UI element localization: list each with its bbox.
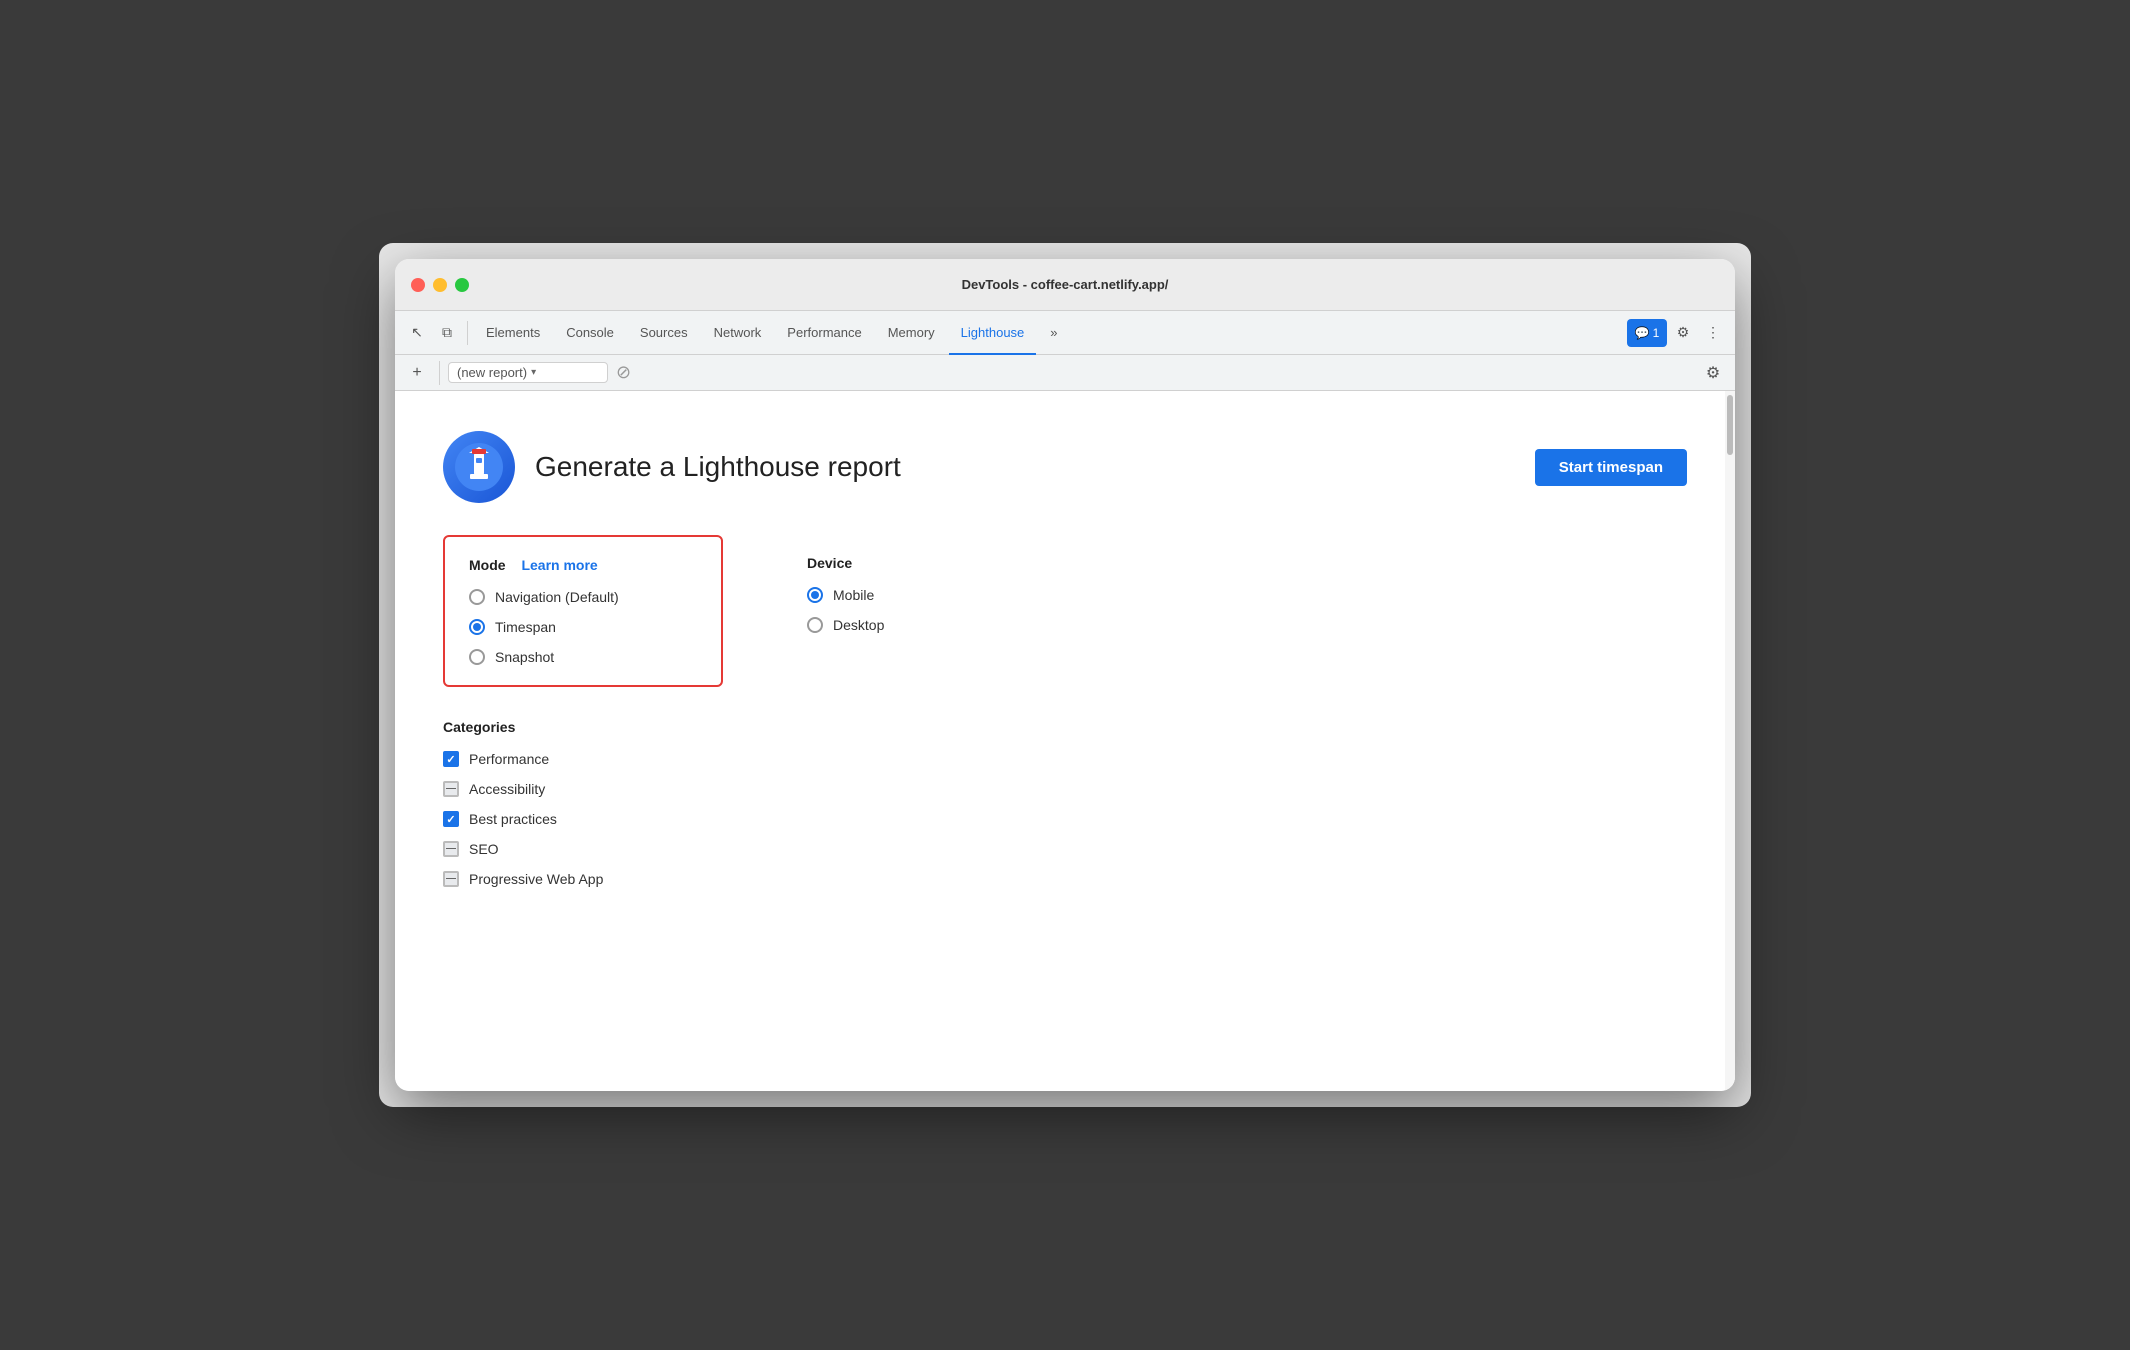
category-best-practices[interactable]: Best practices bbox=[443, 811, 1687, 827]
accessibility-checkbox[interactable] bbox=[443, 781, 459, 797]
toolbar-divider bbox=[439, 361, 440, 385]
category-pwa[interactable]: Progressive Web App bbox=[443, 871, 1687, 887]
mode-snapshot-option[interactable]: Snapshot bbox=[469, 649, 697, 665]
page-title: Generate a Lighthouse report bbox=[535, 451, 901, 483]
tab-lighthouse[interactable]: Lighthouse bbox=[949, 311, 1037, 355]
categories-checkbox-group: Performance Accessibility Best practices… bbox=[443, 751, 1687, 887]
devtools-tabs: ↖ ⧉ Elements Console Sources Network Per… bbox=[395, 311, 1735, 355]
chat-icon: 💬 bbox=[1635, 326, 1650, 340]
layers-icon[interactable]: ⧉ bbox=[433, 319, 461, 347]
tab-performance[interactable]: Performance bbox=[775, 311, 873, 355]
performance-checkbox[interactable] bbox=[443, 751, 459, 767]
main-content: Generate a Lighthouse report Start times… bbox=[395, 391, 1735, 1091]
tab-more[interactable]: » bbox=[1038, 311, 1069, 355]
maximize-button[interactable] bbox=[455, 278, 469, 292]
category-accessibility[interactable]: Accessibility bbox=[443, 781, 1687, 797]
start-timespan-button[interactable]: Start timespan bbox=[1535, 449, 1687, 486]
cancel-icon[interactable]: ⊘ bbox=[612, 358, 635, 387]
minimize-button[interactable] bbox=[433, 278, 447, 292]
learn-more-link[interactable]: Learn more bbox=[521, 557, 597, 573]
header-left: Generate a Lighthouse report bbox=[443, 431, 901, 503]
lighthouse-logo-svg bbox=[455, 443, 503, 491]
mobile-radio[interactable] bbox=[807, 587, 823, 603]
mode-device-row: Mode Learn more Navigation (Default) Tim… bbox=[443, 535, 1687, 687]
toolbar-settings-icon[interactable]: ⚙ bbox=[1699, 359, 1727, 387]
cursor-icon[interactable]: ↖ bbox=[403, 319, 431, 347]
scrollbar-thumb[interactable] bbox=[1727, 395, 1733, 455]
categories-section: Categories Performance Accessibility Bes… bbox=[443, 719, 1687, 887]
snapshot-radio[interactable] bbox=[469, 649, 485, 665]
device-title: Device bbox=[807, 555, 884, 571]
scrollbar[interactable] bbox=[1725, 391, 1735, 1091]
best-practices-checkbox[interactable] bbox=[443, 811, 459, 827]
tab-divider bbox=[467, 321, 468, 345]
toolbar-row: + (new report) ▾ ⊘ ⚙ bbox=[395, 355, 1735, 391]
add-report-button[interactable]: + bbox=[403, 359, 431, 387]
category-performance[interactable]: Performance bbox=[443, 751, 1687, 767]
device-radio-group: Mobile Desktop bbox=[807, 587, 884, 633]
navigation-radio[interactable] bbox=[469, 589, 485, 605]
mode-section: Mode Learn more Navigation (Default) Tim… bbox=[443, 535, 723, 687]
device-mobile-option[interactable]: Mobile bbox=[807, 587, 884, 603]
traffic-lights bbox=[411, 278, 469, 292]
window-title: DevTools - coffee-cart.netlify.app/ bbox=[962, 277, 1169, 292]
mode-radio-group: Navigation (Default) Timespan Snapshot bbox=[469, 589, 697, 665]
mode-title: Mode Learn more bbox=[469, 557, 697, 573]
tab-memory[interactable]: Memory bbox=[876, 311, 947, 355]
more-icon[interactable]: ⋮ bbox=[1699, 319, 1727, 347]
header-section: Generate a Lighthouse report Start times… bbox=[443, 431, 1687, 503]
lighthouse-logo bbox=[443, 431, 515, 503]
timespan-radio[interactable] bbox=[469, 619, 485, 635]
report-selector[interactable]: (new report) ▾ bbox=[448, 362, 608, 383]
chat-badge[interactable]: 💬 1 bbox=[1627, 319, 1667, 347]
seo-checkbox[interactable] bbox=[443, 841, 459, 857]
settings-icon[interactable]: ⚙ bbox=[1669, 319, 1697, 347]
pwa-checkbox[interactable] bbox=[443, 871, 459, 887]
desktop-radio[interactable] bbox=[807, 617, 823, 633]
mode-timespan-option[interactable]: Timespan bbox=[469, 619, 697, 635]
tab-console[interactable]: Console bbox=[554, 311, 626, 355]
close-button[interactable] bbox=[411, 278, 425, 292]
category-seo[interactable]: SEO bbox=[443, 841, 1687, 857]
tab-network[interactable]: Network bbox=[702, 311, 774, 355]
dropdown-icon: ▾ bbox=[531, 367, 536, 378]
tab-elements[interactable]: Elements bbox=[474, 311, 552, 355]
categories-title: Categories bbox=[443, 719, 1687, 735]
mode-navigation-option[interactable]: Navigation (Default) bbox=[469, 589, 697, 605]
device-desktop-option[interactable]: Desktop bbox=[807, 617, 884, 633]
title-bar: DevTools - coffee-cart.netlify.app/ bbox=[395, 259, 1735, 311]
device-section: Device Mobile Desktop bbox=[783, 535, 908, 687]
tab-sources[interactable]: Sources bbox=[628, 311, 700, 355]
